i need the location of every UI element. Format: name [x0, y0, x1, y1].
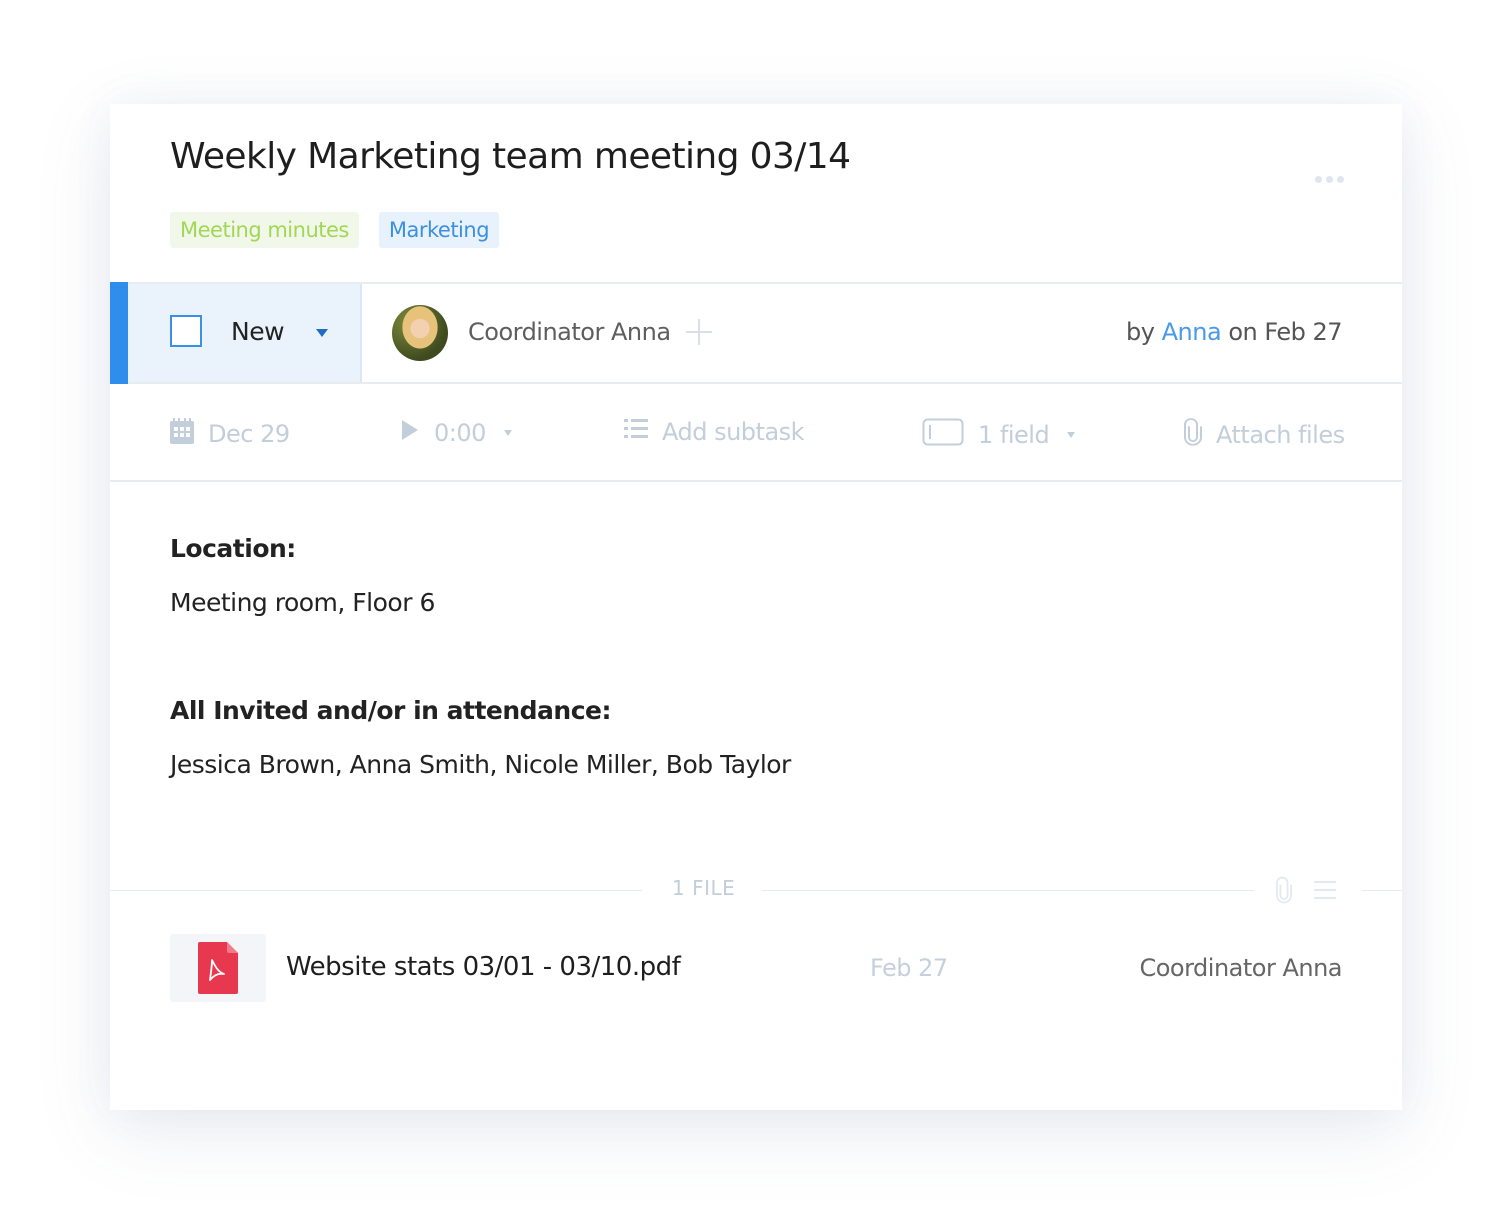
field-label: 1 field — [978, 421, 1050, 449]
calendar-icon — [170, 418, 194, 450]
assignee-name[interactable]: Coordinator Anna — [468, 318, 671, 346]
file-date: Feb 27 — [870, 954, 948, 982]
tag-marketing[interactable]: Marketing — [378, 212, 500, 248]
avatar[interactable] — [392, 305, 448, 361]
tag-meeting-minutes[interactable]: Meeting minutes — [170, 212, 359, 248]
dot — [1326, 176, 1333, 183]
list-icon — [624, 418, 648, 446]
attendance-text: Jessica Brown, Anna Smith, Nicole Miller… — [170, 750, 791, 779]
files-actions — [1276, 876, 1336, 909]
caret-down-icon — [316, 329, 328, 337]
complete-checkbox[interactable] — [170, 315, 202, 347]
location-text: Meeting room, Floor 6 — [170, 588, 435, 617]
location-heading: Location: — [170, 534, 296, 563]
task-toolbar: Dec 29 0:00 Add subtask 1 field Attach f… — [110, 382, 1402, 482]
list-view-icon[interactable] — [1314, 880, 1336, 905]
attendance-heading: All Invited and/or in attendance: — [170, 696, 612, 725]
dot — [1337, 176, 1344, 183]
attach-files-button[interactable]: Attach files — [1184, 418, 1345, 452]
add-subtask-button[interactable]: Add subtask — [624, 418, 805, 446]
timer-button[interactable]: 0:00 — [400, 418, 512, 448]
created-byline: by Anna on Feb 27 — [1126, 318, 1342, 346]
paperclip-icon[interactable] — [1276, 876, 1292, 909]
author-link[interactable]: Anna — [1162, 318, 1222, 346]
timer-label: 0:00 — [434, 419, 486, 447]
plus-icon[interactable] — [686, 319, 712, 345]
task-card: Weekly Marketing team meeting 03/14 Meet… — [110, 104, 1402, 1110]
tag-list: Meeting minutes Marketing — [170, 212, 500, 248]
file-thumbnail[interactable] — [170, 934, 266, 1002]
files-count-label: 1 FILE — [672, 876, 736, 900]
divider-line — [762, 890, 1254, 891]
play-icon — [400, 418, 420, 448]
files-divider — [110, 890, 1402, 892]
byline-prefix: by — [1126, 318, 1155, 346]
byline-suffix: on Feb 27 — [1228, 318, 1342, 346]
status-dropdown[interactable]: New — [128, 284, 362, 382]
attach-files-label: Attach files — [1216, 421, 1345, 449]
paperclip-icon — [1184, 418, 1202, 452]
status-row: New Coordinator Anna by Anna on Feb 27 — [110, 282, 1402, 384]
more-horizontal-icon — [1315, 176, 1322, 183]
status-label: New — [231, 317, 285, 346]
due-date-button[interactable]: Dec 29 — [170, 418, 290, 450]
add-subtask-label: Add subtask — [662, 418, 805, 446]
task-title[interactable]: Weekly Marketing team meeting 03/14 — [170, 136, 851, 177]
file-list-item[interactable]: Website stats 03/01 - 03/10.pdf Feb 27 C… — [170, 934, 1342, 1002]
custom-field-button[interactable]: 1 field — [922, 418, 1076, 452]
pdf-file-icon — [198, 942, 238, 994]
divider-line — [110, 890, 642, 891]
file-name[interactable]: Website stats 03/01 - 03/10.pdf — [286, 952, 681, 982]
due-date-label: Dec 29 — [208, 420, 290, 448]
divider-line — [1362, 890, 1402, 891]
field-icon — [922, 418, 964, 452]
file-owner: Coordinator Anna — [1139, 954, 1342, 982]
caret-down-icon — [503, 430, 512, 436]
status-color-strip — [110, 282, 128, 384]
caret-down-icon — [1067, 432, 1076, 438]
more-options-button[interactable] — [1315, 176, 1344, 183]
